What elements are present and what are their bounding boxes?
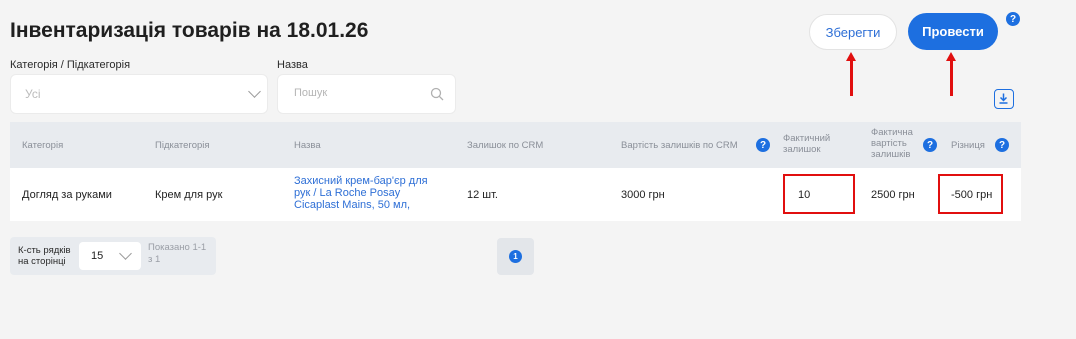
cell-category: Догляд за руками [22,189,112,201]
download-icon[interactable] [994,89,1014,109]
column-header-difference: Різниця [951,140,985,151]
column-header-actual-stock: Фактичний залишок [783,133,831,155]
rows-per-page-select[interactable]: 15 [79,242,141,270]
annotation-arrow-line [850,60,853,96]
cell-crm-stock: 12 шт. [467,189,498,201]
name-filter-label: Назва [277,59,308,71]
table-header: Категорія Підкатегорія Назва Залишок по … [10,122,1021,168]
help-icon[interactable]: ? [756,138,770,152]
help-icon[interactable]: ? [1006,12,1020,26]
cell-subcategory: Крем для рук [155,189,223,201]
search-icon [430,87,444,101]
inventory-table: Категорія Підкатегорія Назва Залишок по … [10,122,1021,221]
help-icon[interactable]: ? [995,138,1009,152]
column-header-crm-stock: Залишок по CRM [467,140,544,151]
post-button[interactable]: Провести [908,13,998,50]
annotation-highlight-box [938,174,1003,214]
help-icon[interactable]: ? [923,138,937,152]
search-field[interactable] [277,74,456,114]
current-page-indicator: 1 [509,250,522,263]
rows-per-page-value: 15 [91,250,104,262]
rows-per-page-label: К-сть рядків на сторінці [18,245,71,267]
pagination-shown-text: Показано 1-1 з 1 [148,242,207,265]
chevron-down-icon [248,85,261,98]
cell-product-name-link[interactable]: Захисний крем-бар'єр для рук / La Roche … [294,175,444,211]
column-header-name: Назва [294,140,321,151]
search-input[interactable] [292,86,426,100]
cell-actual-value: 2500 грн [871,189,915,201]
cell-crm-value: 3000 грн [621,189,665,201]
category-filter-label: Категорія / Підкатегорія [10,59,131,71]
column-header-category: Категорія [22,140,64,151]
column-header-actual-value: Фактична вартість залишків [871,127,913,160]
column-header-crm-value: Вартість залишків по CRM [621,140,738,151]
page-button-1[interactable]: 1 [497,238,534,275]
save-button[interactable]: Зберегти [809,14,897,50]
column-header-subcategory: Підкатегорія [155,140,210,151]
annotation-highlight-box [783,174,855,214]
chevron-down-icon [119,247,132,260]
annotation-arrow-line [950,60,953,96]
pagination-bar: К-сть рядків на сторінці 15 Показано 1-1… [10,237,216,275]
page-title: Інвентаризація товарів на 18.01.26 [10,19,369,42]
category-select-value: Усі [25,87,41,101]
category-select[interactable]: Усі [10,74,268,114]
